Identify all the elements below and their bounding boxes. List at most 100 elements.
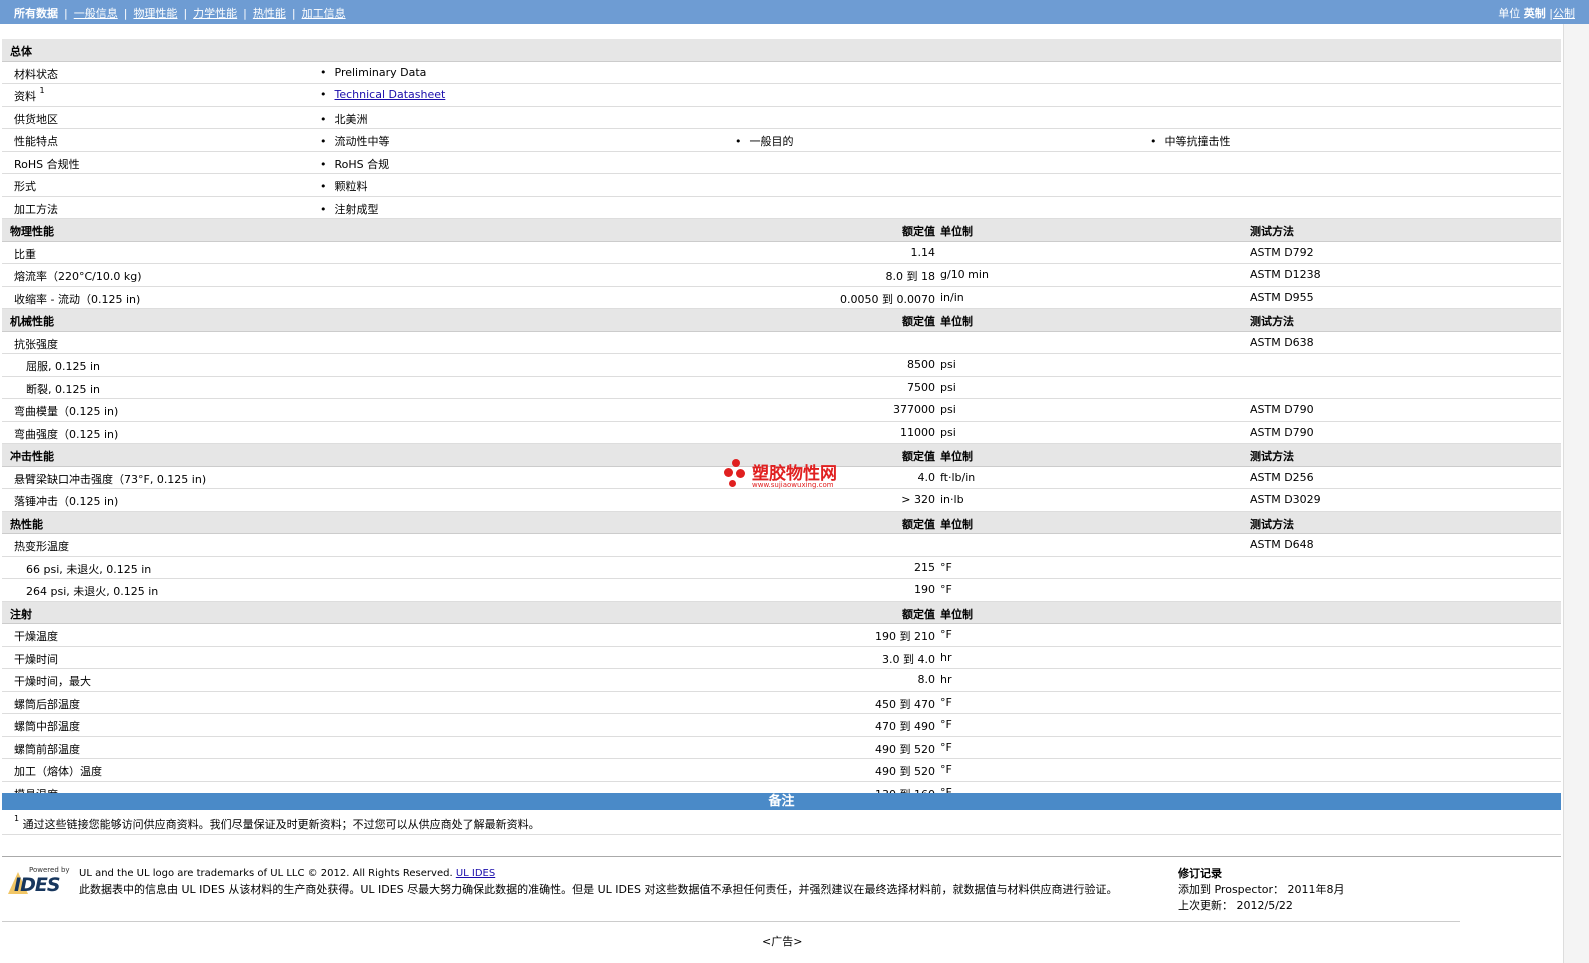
table-row: 收缩率 - 流动（0.125 in) 0.0050 到 0.0070 in/in AS… <box>2 287 1561 309</box>
vertical-scrollbar[interactable] <box>1563 24 1589 963</box>
row-unit: psi <box>940 403 956 416</box>
table-row: 加工方法 注射成型 <box>2 197 1561 219</box>
col-header-test: 测试方法 <box>1250 315 1294 328</box>
nav-mechanical[interactable]: 力学性能 <box>193 7 237 20</box>
table-row: 热变形温度 ASTM D648 <box>2 534 1561 557</box>
row-label: 热变形温度 <box>14 540 69 553</box>
col-header-value: 额定值 <box>902 315 935 328</box>
table-row: 66 psi, 未退火, 0.125 in 215 °F <box>2 557 1561 579</box>
ides-logo[interactable]: Powered by IDES <box>8 866 70 896</box>
row-unit: psi <box>940 425 956 439</box>
row-test-method: ASTM D790 <box>1250 403 1314 416</box>
row-value: 11000 <box>900 425 935 439</box>
trademark-text: UL and the UL logo are trademarks of UL … <box>79 868 496 879</box>
section-header: 注射 额定值 单位制 <box>2 601 1561 624</box>
notes-header: 备注 <box>2 793 1561 810</box>
table-row: 形式 颗粒料 <box>2 174 1561 197</box>
row-label: 资料 1 <box>14 86 45 103</box>
row-unit: in·lb <box>940 493 964 506</box>
row-value: 7500 <box>907 380 935 394</box>
row-value: 中等抗撞击性 <box>1150 133 1231 149</box>
row-label: 悬臂梁缺口冲击强度（73°F, 0.125 in) <box>14 472 207 486</box>
table-row: 弯曲模量（0.125 in) 377000 psi ASTM D790 <box>2 399 1561 422</box>
row-unit: psi <box>940 358 956 371</box>
col-header-test: 测试方法 <box>1250 517 1294 531</box>
row-label: RoHS 合规性 <box>14 157 80 171</box>
row-label: 干燥时间 <box>14 652 58 666</box>
row-value: 490 到 520 <box>875 742 935 756</box>
row-label: 屈服, 0.125 in <box>26 360 101 373</box>
table-row: 干燥温度 190 到 210 °F <box>2 624 1561 647</box>
section-header: 物理性能 额定值 单位制 测试方法 <box>2 219 1561 242</box>
row-value: > 320 <box>901 493 935 506</box>
row-label: 形式 <box>14 180 36 193</box>
row-label: 比重 <box>14 247 36 261</box>
notes-text: 1 通过这些链接您能够访问供应商资料。我们尽量保证及时更新资料；不过您可以从供应… <box>14 814 540 831</box>
technical-datasheet-link[interactable]: Technical Datasheet <box>335 88 446 101</box>
row-value: 1.14 <box>910 245 936 259</box>
row-unit: °F <box>940 763 952 776</box>
row-unit: hr <box>940 650 952 664</box>
table-row: 性能特点 流动性中等 一般目的 中等抗撞击性 <box>2 129 1561 152</box>
table-row: RoHS 合规性 RoHS 合规 <box>2 152 1561 174</box>
row-value: 注射成型 <box>320 201 379 217</box>
row-label: 66 psi, 未退火, 0.125 in <box>26 562 152 576</box>
row-label: 螺筒后部温度 <box>14 697 80 711</box>
nav-all-data[interactable]: 所有数据 <box>14 7 58 20</box>
section-header-general: 总体 <box>2 39 1561 62</box>
unit-english[interactable]: 英制 <box>1524 7 1546 20</box>
unit-switch: 单位 英制 |公制 <box>1498 7 1575 20</box>
section-title: 注射 <box>10 607 32 621</box>
units-label: 单位 <box>1498 7 1521 20</box>
row-label: 加工（熔体）温度 <box>14 765 102 778</box>
row-unit: °F <box>940 583 952 596</box>
row-value: 470 到 490 <box>875 720 935 733</box>
row-value: RoHS 合规 <box>320 156 390 172</box>
row-value: 4.0 <box>917 470 936 484</box>
table-row: 抗张强度 ASTM D638 <box>2 332 1561 354</box>
table-row: 供货地区 北美洲 <box>2 107 1561 129</box>
row-label: 断裂, 0.125 in <box>26 382 101 396</box>
col-header-test: 测试方法 <box>1250 450 1294 463</box>
row-label: 材料状态 <box>14 67 58 81</box>
table-row: 材料状态 Preliminary Data <box>2 62 1561 84</box>
row-label: 螺筒前部温度 <box>14 742 80 756</box>
row-value: 8500 <box>907 358 935 371</box>
section-nav: 所有数据 | 一般信息 | 物理性能 | 力学性能 | 热性能 | 加工信息 <box>14 7 346 20</box>
table-row: 弯曲强度（0.125 in) 11000 psi ASTM D790 <box>2 422 1561 444</box>
row-value: 190 <box>914 583 935 596</box>
nav-physical[interactable]: 物理性能 <box>133 7 177 20</box>
row-label: 加工方法 <box>14 202 58 216</box>
datasheet-table: 总体 材料状态 Preliminary Data 资料 1 Technical … <box>2 39 1561 804</box>
row-value: 377000 <box>893 403 935 416</box>
row-unit: °F <box>940 628 952 641</box>
row-label: 干燥温度 <box>14 630 58 643</box>
row-unit: ft·lb/in <box>940 470 976 484</box>
row-test-method: ASTM D955 <box>1250 290 1314 304</box>
nav-thermal[interactable]: 热性能 <box>253 7 286 20</box>
table-row: 熔流率（220°C/10.0 kg) 8.0 到 18 g/10 min ASTM D… <box>2 264 1561 287</box>
row-value: 颗粒料 <box>320 178 368 194</box>
table-row: 螺筒中部温度 470 到 490 °F <box>2 714 1561 737</box>
row-unit: °F <box>940 740 952 754</box>
row-label: 264 psi, 未退火, 0.125 in <box>26 585 159 598</box>
row-test-method: ASTM D648 <box>1250 538 1314 551</box>
unit-metric[interactable]: 公制 <box>1553 7 1575 20</box>
table-row: 干燥时间，最大 8.0 hr <box>2 669 1561 692</box>
row-value: 0.0050 到 0.0070 <box>840 292 935 306</box>
row-label: 螺筒中部温度 <box>14 720 80 733</box>
table-row: 比重 1.14 ASTM D792 <box>2 242 1561 264</box>
row-label: 抗张强度 <box>14 337 58 351</box>
row-label: 落锤冲击（0.125 in) <box>14 495 119 508</box>
row-test-method: ASTM D792 <box>1250 245 1314 259</box>
row-value: 北美洲 <box>320 111 368 127</box>
row-value: 8.0 到 18 <box>885 270 935 283</box>
nav-general-info[interactable]: 一般信息 <box>74 7 118 20</box>
row-value: 一般目的 <box>735 133 794 149</box>
col-header-value: 额定值 <box>902 607 935 621</box>
row-value: Technical Datasheet <box>320 88 446 101</box>
ul-ides-link[interactable]: UL IDES <box>456 868 495 879</box>
nav-processing[interactable]: 加工信息 <box>302 7 346 20</box>
table-row: 加工（熔体）温度 490 到 520 °F <box>2 759 1561 782</box>
section-title: 物理性能 <box>10 225 54 238</box>
